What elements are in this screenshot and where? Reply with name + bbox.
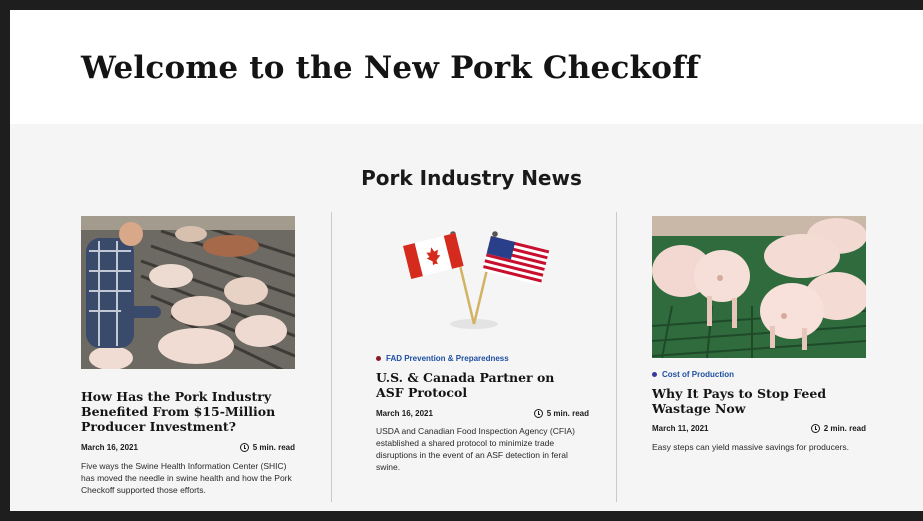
article-category[interactable]: Cost of Production: [652, 370, 734, 379]
article-category[interactable]: FAD Prevention & Preparedness: [376, 354, 509, 363]
column-divider: [616, 212, 617, 502]
article-description: Easy steps can yield massive savings for…: [652, 442, 850, 452]
hero-section: Welcome to the New Pork Checkoff: [10, 10, 923, 124]
read-time: 5 min. read: [546, 409, 589, 418]
article-title[interactable]: U.S. & Canada Partner on ASF Protocol: [376, 370, 576, 400]
article-date: March 11, 2021: [652, 424, 709, 433]
article-meta: March 16, 2021 5 min. read: [376, 409, 589, 418]
article-title[interactable]: Why It Pays to Stop Feed Wastage Now: [652, 386, 852, 416]
clock-icon: [239, 443, 249, 452]
article-meta: March 11, 2021 2 min. read: [652, 424, 866, 433]
article-date: March 16, 2021: [81, 443, 138, 452]
article-description: Five ways the Swine Health Information C…: [81, 461, 292, 495]
category-dot-icon: [652, 372, 657, 377]
article-date: March 16, 2021: [376, 409, 433, 418]
read-time: 5 min. read: [252, 443, 295, 452]
article-description: USDA and Canadian Food Inspection Agency…: [376, 426, 575, 472]
page-frame: Welcome to the New Pork Checkoff Pork In…: [0, 0, 923, 521]
canada-us-flags-illustration[interactable]: [367, 216, 581, 341]
piglets-on-green-floor-photo[interactable]: [652, 216, 866, 358]
category-dot-icon: [376, 356, 381, 361]
read-time: 2 min. read: [823, 424, 866, 433]
news-section: Pork Industry News How Has the Pork Indu…: [10, 124, 923, 511]
clock-icon: [533, 409, 543, 418]
category-label: FAD Prevention & Preparedness: [386, 354, 509, 363]
clock-icon: [810, 424, 820, 433]
category-label: Cost of Production: [662, 370, 734, 379]
farmer-with-pigs-photo[interactable]: [81, 216, 295, 369]
news-heading: Pork Industry News: [361, 166, 582, 190]
column-divider: [331, 212, 332, 502]
article-meta: March 16, 2021 5 min. read: [81, 443, 295, 452]
page-title: Welcome to the New Pork Checkoff: [81, 50, 700, 86]
article-title[interactable]: How Has the Pork Industry Benefited From…: [81, 389, 295, 434]
